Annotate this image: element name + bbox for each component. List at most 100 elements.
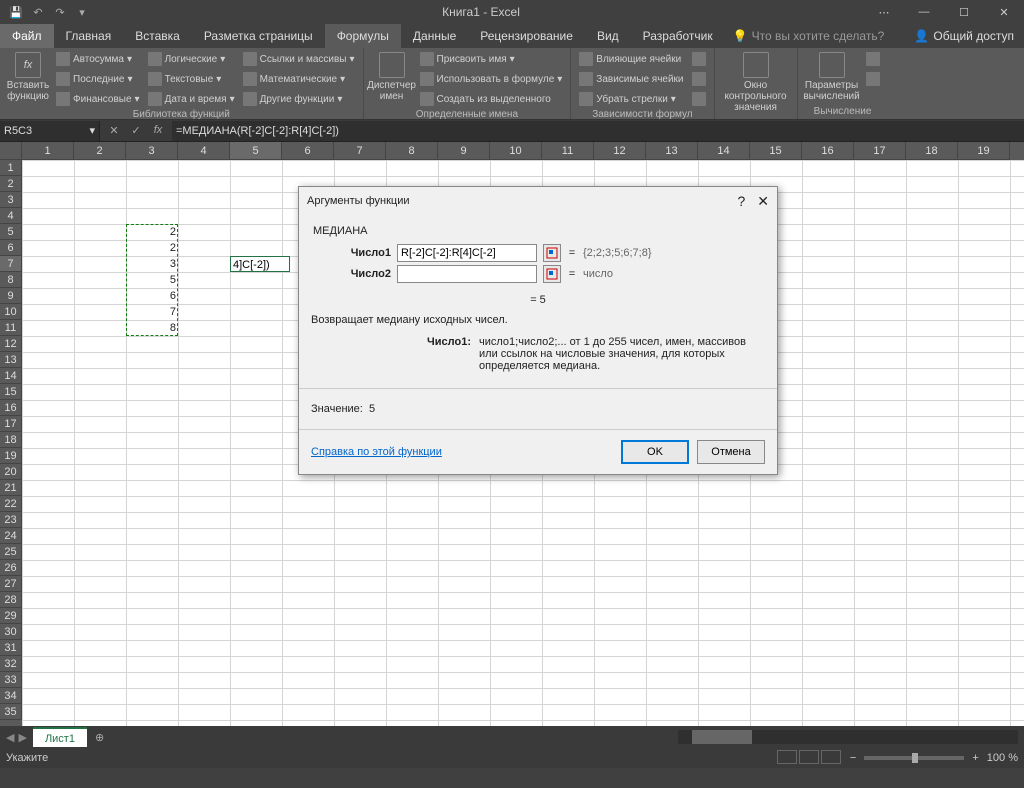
row-header[interactable]: 34 <box>0 688 22 704</box>
calc-sheet-button[interactable] <box>864 70 882 88</box>
row-header[interactable]: 26 <box>0 560 22 576</box>
more-functions-button[interactable]: Другие функции ▾ <box>241 90 357 108</box>
row-header[interactable]: 12 <box>0 336 22 352</box>
column-header[interactable]: 16 <box>802 142 854 160</box>
tab-data[interactable]: Данные <box>401 24 468 48</box>
sheet-next-icon[interactable]: ▶ <box>18 731 26 744</box>
zoom-out-icon[interactable]: − <box>850 752 856 764</box>
datetime-button[interactable]: Дата и время ▾ <box>146 90 237 108</box>
row-header[interactable]: 4 <box>0 208 22 224</box>
arg2-input[interactable] <box>397 265 537 283</box>
watch-window-button[interactable]: Окно контрольного значения <box>721 50 791 113</box>
row-header[interactable]: 20 <box>0 464 22 480</box>
tab-insert[interactable]: Вставка <box>123 24 192 48</box>
tab-review[interactable]: Рецензирование <box>468 24 585 48</box>
define-name-button[interactable]: Присвоить имя ▾ <box>418 50 565 68</box>
cell-r10c3[interactable]: 7 <box>126 304 178 320</box>
remove-arrows-button[interactable]: Убрать стрелки ▾ <box>577 90 685 108</box>
row-header[interactable]: 11 <box>0 320 22 336</box>
row-header[interactable]: 1 <box>0 160 22 176</box>
cell-r5c3[interactable]: 2 <box>126 224 178 240</box>
math-button[interactable]: Математические ▾ <box>241 70 357 88</box>
maximize-icon[interactable]: ☐ <box>944 0 984 24</box>
row-header[interactable]: 30 <box>0 624 22 640</box>
calc-now-button[interactable] <box>864 50 882 68</box>
column-header[interactable]: 13 <box>646 142 698 160</box>
row-header[interactable]: 18 <box>0 432 22 448</box>
row-header[interactable]: 10 <box>0 304 22 320</box>
trace-dependents-button[interactable]: Зависимые ячейки <box>577 70 685 88</box>
column-header[interactable]: 19 <box>958 142 1010 160</box>
row-header[interactable]: 35 <box>0 704 22 720</box>
use-in-formula-button[interactable]: Использовать в формуле ▾ <box>418 70 565 88</box>
zoom-level[interactable]: 100 % <box>987 752 1018 764</box>
evaluate-formula-button[interactable] <box>690 90 708 108</box>
create-from-selection-button[interactable]: Создать из выделенного <box>418 90 565 108</box>
sheet-prev-icon[interactable]: ◀ <box>6 731 14 744</box>
row-header[interactable]: 25 <box>0 544 22 560</box>
cell-r11c3[interactable]: 8 <box>126 320 178 336</box>
row-header[interactable]: 19 <box>0 448 22 464</box>
text-button[interactable]: Текстовые ▾ <box>146 70 237 88</box>
financial-button[interactable]: Финансовые ▾ <box>54 90 142 108</box>
cancel-formula-icon[interactable]: ✕ <box>104 124 124 137</box>
qat-more-icon[interactable]: ▾ <box>74 4 90 20</box>
lookup-button[interactable]: Ссылки и массивы ▾ <box>241 50 357 68</box>
tab-file[interactable]: Файл <box>0 24 54 48</box>
name-manager-button[interactable]: Диспетчер имен <box>370 50 414 102</box>
minimize-icon[interactable]: — <box>904 0 944 24</box>
column-header[interactable]: 5 <box>230 142 282 160</box>
zoom-slider[interactable] <box>864 756 964 760</box>
row-header[interactable]: 8 <box>0 272 22 288</box>
row-header[interactable]: 28 <box>0 592 22 608</box>
row-header[interactable]: 16 <box>0 400 22 416</box>
cell-r7c3[interactable]: 3 <box>126 256 178 272</box>
arg2-range-selector[interactable] <box>543 265 561 283</box>
row-header[interactable]: 29 <box>0 608 22 624</box>
select-all-corner[interactable] <box>0 142 22 160</box>
arg1-input[interactable] <box>397 244 537 262</box>
row-header[interactable]: 15 <box>0 384 22 400</box>
cell-r8c3[interactable]: 5 <box>126 272 178 288</box>
show-formulas-button[interactable] <box>690 50 708 68</box>
row-header[interactable]: 23 <box>0 512 22 528</box>
row-header[interactable]: 5 <box>0 224 22 240</box>
recent-button[interactable]: Последние ▾ <box>54 70 142 88</box>
column-header[interactable]: 18 <box>906 142 958 160</box>
column-header[interactable]: 2 <box>74 142 126 160</box>
fx-bar-icon[interactable]: fx <box>148 124 168 137</box>
dialog-titlebar[interactable]: Аргументы функции ?✕ <box>299 187 777 215</box>
row-header[interactable]: 3 <box>0 192 22 208</box>
tab-developer[interactable]: Разработчик <box>631 24 725 48</box>
row-header[interactable]: 21 <box>0 480 22 496</box>
formula-input[interactable]: =МЕДИАНА(R[-2]C[-2]:R[4]C[-2]) <box>172 121 1024 141</box>
column-header[interactable]: 10 <box>490 142 542 160</box>
ok-button[interactable]: OK <box>621 440 689 464</box>
row-header[interactable]: 27 <box>0 576 22 592</box>
active-cell[interactable]: 4]C[-2]) <box>230 256 290 272</box>
row-header[interactable]: 2 <box>0 176 22 192</box>
view-buttons[interactable] <box>776 750 842 767</box>
undo-icon[interactable]: ↶ <box>30 4 46 20</box>
insert-function-button[interactable]: fx Вставить функцию <box>6 50 50 102</box>
row-header[interactable]: 31 <box>0 640 22 656</box>
tab-home[interactable]: Главная <box>54 24 124 48</box>
tell-me[interactable]: 💡Что вы хотите сделать? <box>733 24 885 48</box>
row-header[interactable]: 22 <box>0 496 22 512</box>
column-header[interactable]: 11 <box>542 142 594 160</box>
arg1-range-selector[interactable] <box>543 244 561 262</box>
row-header[interactable]: 13 <box>0 352 22 368</box>
column-header[interactable]: 3 <box>126 142 178 160</box>
column-header[interactable]: 7 <box>334 142 386 160</box>
column-header[interactable]: 14 <box>698 142 750 160</box>
column-header[interactable]: 8 <box>386 142 438 160</box>
save-icon[interactable]: 💾 <box>8 4 24 20</box>
close-icon[interactable]: ✕ <box>984 0 1024 24</box>
row-header[interactable]: 33 <box>0 672 22 688</box>
help-link[interactable]: Справка по этой функции <box>311 446 442 458</box>
column-header[interactable]: 4 <box>178 142 230 160</box>
column-header[interactable]: 15 <box>750 142 802 160</box>
row-header[interactable]: 32 <box>0 656 22 672</box>
tab-layout[interactable]: Разметка страницы <box>192 24 325 48</box>
autosum-button[interactable]: Автосумма ▾ <box>54 50 142 68</box>
